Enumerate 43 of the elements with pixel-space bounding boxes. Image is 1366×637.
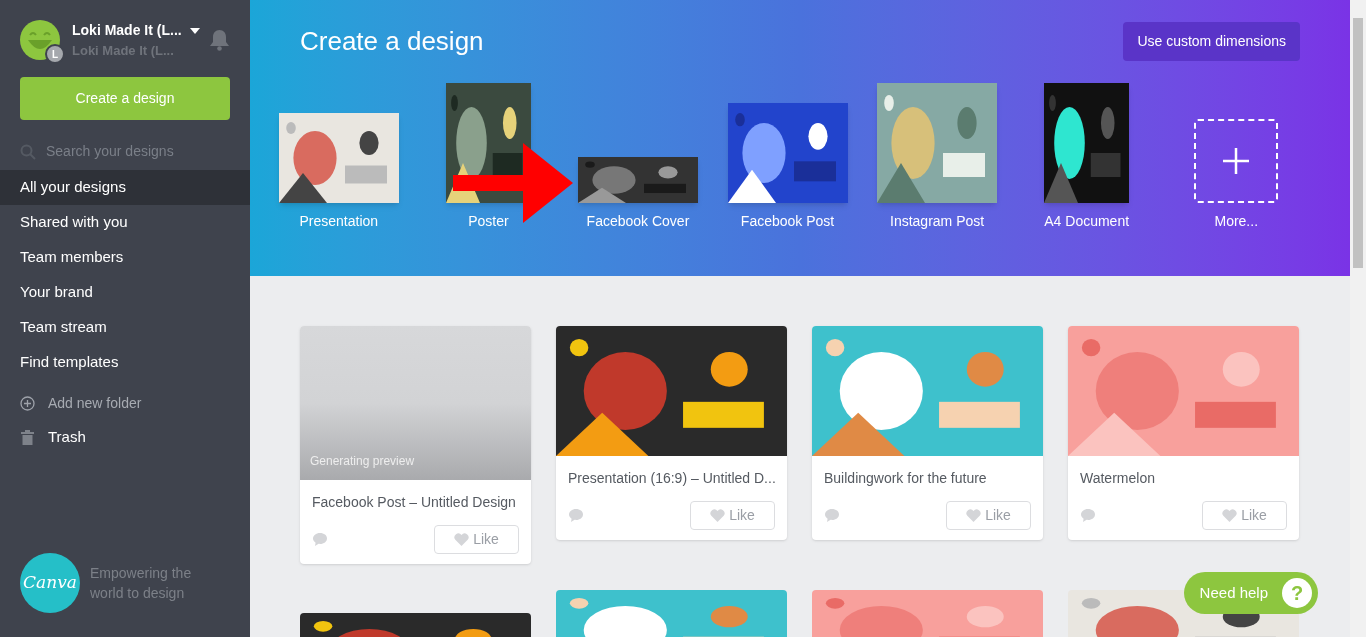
- account-badge: L: [45, 44, 65, 65]
- design-title[interactable]: Watermelon: [1080, 468, 1287, 489]
- design-card[interactable]: Buildingwork for the future Like: [812, 326, 1043, 540]
- template-label[interactable]: Facebook Cover: [586, 211, 690, 232]
- template-label[interactable]: A4 Document: [1044, 211, 1130, 232]
- generating-preview-text: Generating preview: [310, 453, 415, 470]
- nav-item[interactable]: Find templates: [0, 344, 250, 380]
- nav-item[interactable]: Team members: [0, 239, 250, 275]
- heart-icon: [454, 533, 470, 546]
- design-title[interactable]: Facebook Post – Untitled Design: [312, 492, 519, 513]
- nav-item[interactable]: Team stream: [0, 309, 250, 345]
- nav-item[interactable]: Shared with you: [0, 204, 250, 240]
- more-templates-tile[interactable]: [1194, 119, 1279, 203]
- template-label[interactable]: Facebook Post: [740, 211, 835, 232]
- design-card[interactable]: Generating preview Facebook Post – Untitled Design Like: [300, 326, 531, 564]
- trash-icon: [21, 430, 34, 445]
- folder-action[interactable]: Add new folder: [48, 393, 142, 414]
- heart-icon: [1222, 509, 1238, 522]
- template-label[interactable]: More...: [1214, 211, 1259, 232]
- design-title[interactable]: Presentation (16:9) – Untitled D...: [568, 468, 775, 489]
- plus-icon: [1222, 147, 1251, 175]
- folder-action[interactable]: Trash: [48, 426, 86, 449]
- heart-icon: [710, 509, 726, 522]
- bell-icon[interactable]: [209, 29, 230, 52]
- search-field[interactable]: Search your designs: [0, 141, 250, 162]
- plus-circle-icon: [20, 396, 35, 411]
- comment-icon[interactable]: [824, 508, 840, 523]
- account-name[interactable]: Loki Made It (L...: [72, 20, 182, 41]
- nav-item[interactable]: Your brand: [0, 274, 250, 310]
- design-card[interactable]: Presentation (16:9) – Untitled D... Like: [556, 326, 787, 540]
- caret-icon[interactable]: [189, 27, 200, 34]
- comment-icon[interactable]: [312, 532, 328, 547]
- design-title[interactable]: Buildingwork for the future: [824, 468, 1031, 489]
- help-icon: ?: [1282, 578, 1312, 608]
- template-label[interactable]: Instagram Post: [890, 211, 985, 232]
- brand-tagline: Empowering the world to design: [90, 564, 193, 603]
- design-card[interactable]: Watermelon Like: [1068, 326, 1299, 540]
- nav-item[interactable]: All your designs: [0, 169, 250, 205]
- comment-icon[interactable]: [1080, 508, 1096, 523]
- banner-title: Create a design: [300, 25, 484, 58]
- custom-dimensions-button[interactable]: Use custom dimensions: [1123, 22, 1300, 61]
- comment-icon[interactable]: [568, 508, 584, 523]
- heart-icon: [966, 509, 982, 522]
